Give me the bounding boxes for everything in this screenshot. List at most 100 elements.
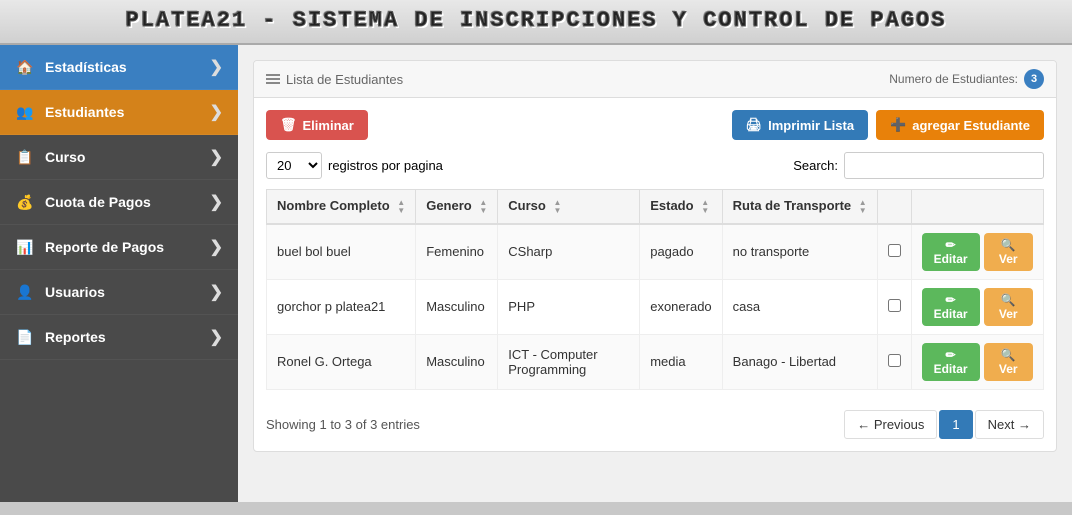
search-label: Search: [793, 158, 838, 173]
cell-curso: ICT - Computer Programming [498, 334, 640, 389]
action-buttons-1: ✏ Editar 🔍 Ver [922, 288, 1033, 326]
col-actions [911, 190, 1043, 224]
edit-button-0[interactable]: ✏ Editar [922, 233, 980, 271]
right-toolbar: 🖨 Imprimir Lista ➕ agregar Estudiante [732, 110, 1044, 140]
row-checkbox-1[interactable] [888, 299, 901, 312]
hamburger-icon [266, 74, 280, 84]
cell-curso: PHP [498, 279, 640, 334]
entries-row: 20 50 100 registros por pagina Search: [266, 152, 1044, 179]
arrow-icon-reportes: ❯ [210, 327, 223, 347]
action-buttons-2: ✏ Editar 🔍 Ver [922, 343, 1033, 381]
sidebar-label-estadisticas: Estadísticas [45, 59, 127, 75]
panel-title: Lista de Estudiantes [266, 72, 403, 87]
table-row: buel bol buel Femenino CSharp pagado no … [267, 224, 1044, 280]
table-body: buel bol buel Femenino CSharp pagado no … [267, 224, 1044, 390]
app-title: PLATEA21 - SISTEMA DE INSCRIPCIONES Y CO… [0, 8, 1072, 33]
sidebar-item-usuarios[interactable]: 👤 Usuarios ❯ [0, 270, 238, 315]
sidebar-item-left-estadisticas: 🏠 Estadísticas [15, 57, 127, 77]
cell-actions: ✏ Editar 🔍 Ver [911, 279, 1043, 334]
sidebar-item-reportes[interactable]: 📄 Reportes ❯ [0, 315, 238, 360]
print-icon: 🖨 [746, 117, 763, 133]
arrow-icon-estadisticas: ❯ [210, 57, 223, 77]
col-nombre: Nombre Completo ▲ ▼ [267, 190, 416, 224]
cell-nombre: buel bol buel [267, 224, 416, 280]
table-header: Nombre Completo ▲ ▼ Genero ▲▼ [267, 190, 1044, 224]
print-button[interactable]: 🖨 Imprimir Lista [732, 110, 868, 140]
row-checkbox-2[interactable] [888, 354, 901, 367]
col-curso: Curso ▲▼ [498, 190, 640, 224]
arrow-icon-reporte-pagos: ❯ [210, 237, 223, 257]
sort-estado: ▲▼ [701, 199, 709, 215]
cell-check [877, 279, 911, 334]
main-layout: 🏠 Estadísticas ❯ 👥 Estudiantes ❯ 📋 Curso… [0, 45, 1072, 502]
sidebar-item-curso[interactable]: 📋 Curso ❯ [0, 135, 238, 180]
cell-nombre: gorchor p platea21 [267, 279, 416, 334]
row-checkbox-0[interactable] [888, 244, 901, 257]
arrow-icon-cuota-pagos: ❯ [210, 192, 223, 212]
cell-ruta: no transporte [722, 224, 877, 280]
toolbar-row: 🗑 Eliminar 🖨 Imprimir Lista ➕ agregar Es… [266, 110, 1044, 140]
per-page-label: registros por pagina [328, 158, 443, 173]
col-check [877, 190, 911, 224]
col-ruta: Ruta de Transporte ▲▼ [722, 190, 877, 224]
arrow-icon-curso: ❯ [210, 147, 223, 167]
edit-button-2[interactable]: ✏ Editar [922, 343, 980, 381]
sort-nombre: ▲ ▼ [397, 199, 405, 215]
cell-estado: media [640, 334, 722, 389]
student-count-badge: 3 [1024, 69, 1044, 89]
sort-curso: ▲▼ [553, 199, 561, 215]
delete-button[interactable]: 🗑 Eliminar [266, 110, 368, 140]
pagination-row: Showing 1 to 3 of 3 entries ← Previous 1… [266, 402, 1044, 439]
search-row: Search: [793, 152, 1044, 179]
coin-icon: 💰 [15, 192, 35, 212]
sort-ruta: ▲▼ [859, 199, 867, 215]
students-table: Nombre Completo ▲ ▼ Genero ▲▼ [266, 189, 1044, 390]
per-page-select[interactable]: 20 50 100 [266, 152, 322, 179]
users-icon: 👥 [15, 102, 35, 122]
cell-check [877, 224, 911, 280]
print-label: Imprimir Lista [768, 118, 854, 133]
trash-icon: 🗑 [280, 117, 297, 133]
cell-estado: exonerado [640, 279, 722, 334]
search-input[interactable] [844, 152, 1044, 179]
cell-actions: ✏ Editar 🔍 Ver [911, 224, 1043, 280]
sidebar-item-left-usuarios: 👤 Usuarios [15, 282, 105, 302]
sidebar-label-usuarios: Usuarios [45, 284, 105, 300]
previous-button[interactable]: ← Previous [844, 410, 937, 439]
cell-ruta: Banago - Libertad [722, 334, 877, 389]
delete-label: Eliminar [303, 118, 354, 133]
cell-check [877, 334, 911, 389]
table-icon: 📊 [15, 237, 35, 257]
sidebar-item-left-reporte-pagos: 📊 Reporte de Pagos [15, 237, 164, 257]
sidebar-item-reporte-pagos[interactable]: 📊 Reporte de Pagos ❯ [0, 225, 238, 270]
sort-genero: ▲▼ [479, 199, 487, 215]
sidebar-item-estadisticas[interactable]: 🏠 Estadísticas ❯ [0, 45, 238, 90]
table-row: gorchor p platea21 Masculino PHP exonera… [267, 279, 1044, 334]
app-header: PLATEA21 - SISTEMA DE INSCRIPCIONES Y CO… [0, 0, 1072, 45]
sidebar-label-estudiantes: Estudiantes [45, 104, 124, 120]
sidebar-item-cuota-pagos[interactable]: 💰 Cuota de Pagos ❯ [0, 180, 238, 225]
count-label: Numero de Estudiantes: [889, 72, 1018, 86]
cell-genero: Masculino [416, 334, 498, 389]
cell-genero: Femenino [416, 224, 498, 280]
cell-ruta: casa [722, 279, 877, 334]
view-button-0[interactable]: 🔍 Ver [984, 233, 1034, 271]
sidebar-item-left-estudiantes: 👥 Estudiantes [15, 102, 124, 122]
panel-body: 🗑 Eliminar 🖨 Imprimir Lista ➕ agregar Es… [254, 98, 1056, 451]
sidebar-label-cuota-pagos: Cuota de Pagos [45, 194, 151, 210]
pagination-buttons: ← Previous 1 Next → [844, 410, 1044, 439]
view-button-1[interactable]: 🔍 Ver [984, 288, 1034, 326]
view-button-2[interactable]: 🔍 Ver [984, 343, 1034, 381]
entries-left: 20 50 100 registros por pagina [266, 152, 443, 179]
sidebar-item-estudiantes[interactable]: 👥 Estudiantes ❯ [0, 90, 238, 135]
next-button[interactable]: Next → [975, 410, 1044, 439]
cell-curso: CSharp [498, 224, 640, 280]
edit-button-1[interactable]: ✏ Editar [922, 288, 980, 326]
add-student-button[interactable]: ➕ agregar Estudiante [876, 110, 1044, 140]
header-row: Nombre Completo ▲ ▼ Genero ▲▼ [267, 190, 1044, 224]
sidebar-item-left-cuota-pagos: 💰 Cuota de Pagos [15, 192, 151, 212]
page-1-button[interactable]: 1 [939, 410, 972, 439]
people-icon: 👤 [15, 282, 35, 302]
panel-header: Lista de Estudiantes Numero de Estudiant… [254, 61, 1056, 98]
sidebar: 🏠 Estadísticas ❯ 👥 Estudiantes ❯ 📋 Curso… [0, 45, 238, 502]
